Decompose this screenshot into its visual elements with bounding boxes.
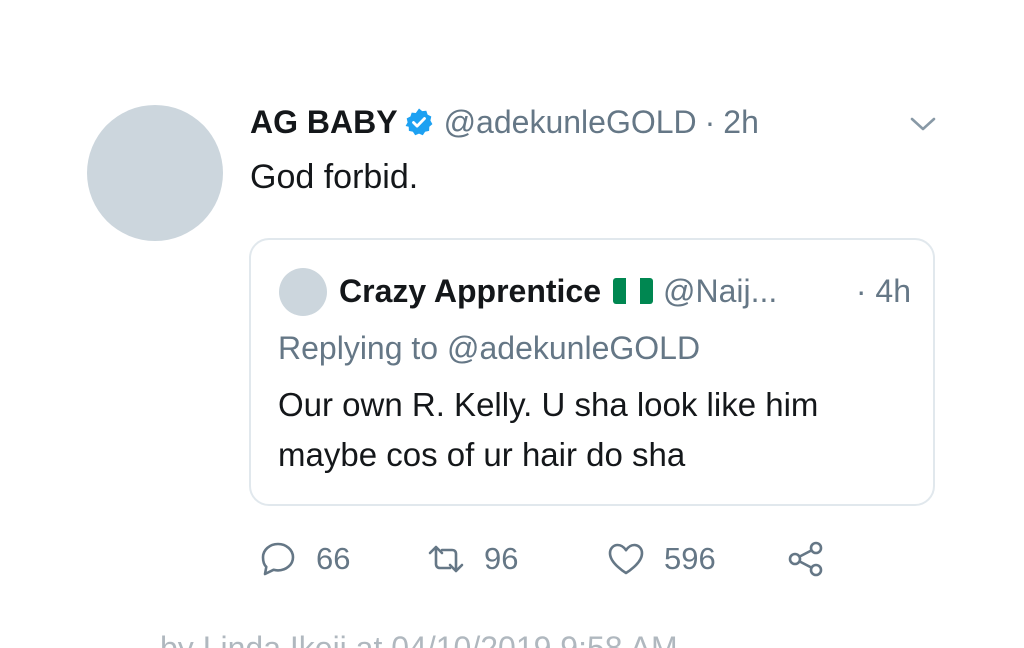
like-button[interactable]: 596 — [606, 539, 786, 579]
share-icon — [788, 541, 823, 577]
tweet-timestamp[interactable]: 2h — [723, 104, 759, 141]
share-button[interactable] — [786, 539, 826, 579]
author-handle[interactable]: @adekunleGOLD — [444, 104, 697, 141]
quoted-display-name: Crazy Apprentice — [339, 272, 601, 309]
reply-icon — [261, 542, 295, 576]
retweet-button[interactable]: 96 — [426, 539, 606, 579]
tweet-text: God forbid. — [250, 158, 419, 196]
watermark-caption: by Linda Ikeji at 04/10/2019 9:58 AM — [160, 630, 678, 648]
tweet-header: AG BABY @adekunleGOLD · 2h — [250, 100, 759, 144]
header-separator: · — [704, 103, 716, 140]
author-avatar[interactable] — [87, 105, 223, 241]
reply-count: 66 — [316, 541, 351, 576]
like-icon — [608, 543, 644, 575]
tweet-actions: 66 96 596 — [258, 536, 826, 582]
quoted-tweet-text: Our own R. Kelly. U sha look like him ma… — [278, 386, 819, 473]
nigeria-flag-icon — [613, 278, 653, 304]
replying-to-label: Replying to @adekunleGOLD — [278, 330, 701, 366]
quoted-tweet-card[interactable]: Crazy Apprentice @Naij... · 4h Replying … — [249, 238, 935, 506]
quoted-timestamp: · 4h — [855, 272, 911, 309]
like-count: 596 — [664, 541, 716, 576]
quoted-author-avatar — [279, 268, 327, 316]
quoted-handle: @Naij... — [663, 272, 778, 309]
verified-badge-icon — [404, 107, 434, 137]
tweet-screen: AG BABY @adekunleGOLD · 2h God forbid. C… — [0, 0, 1024, 648]
chevron-down-icon[interactable] — [909, 114, 937, 134]
retweet-icon — [428, 545, 464, 573]
retweet-count: 96 — [484, 541, 519, 576]
reply-button[interactable]: 66 — [258, 539, 426, 579]
author-display-name[interactable]: AG BABY — [250, 104, 398, 141]
quoted-tweet-header: Crazy Apprentice @Naij... · 4h — [339, 266, 911, 316]
